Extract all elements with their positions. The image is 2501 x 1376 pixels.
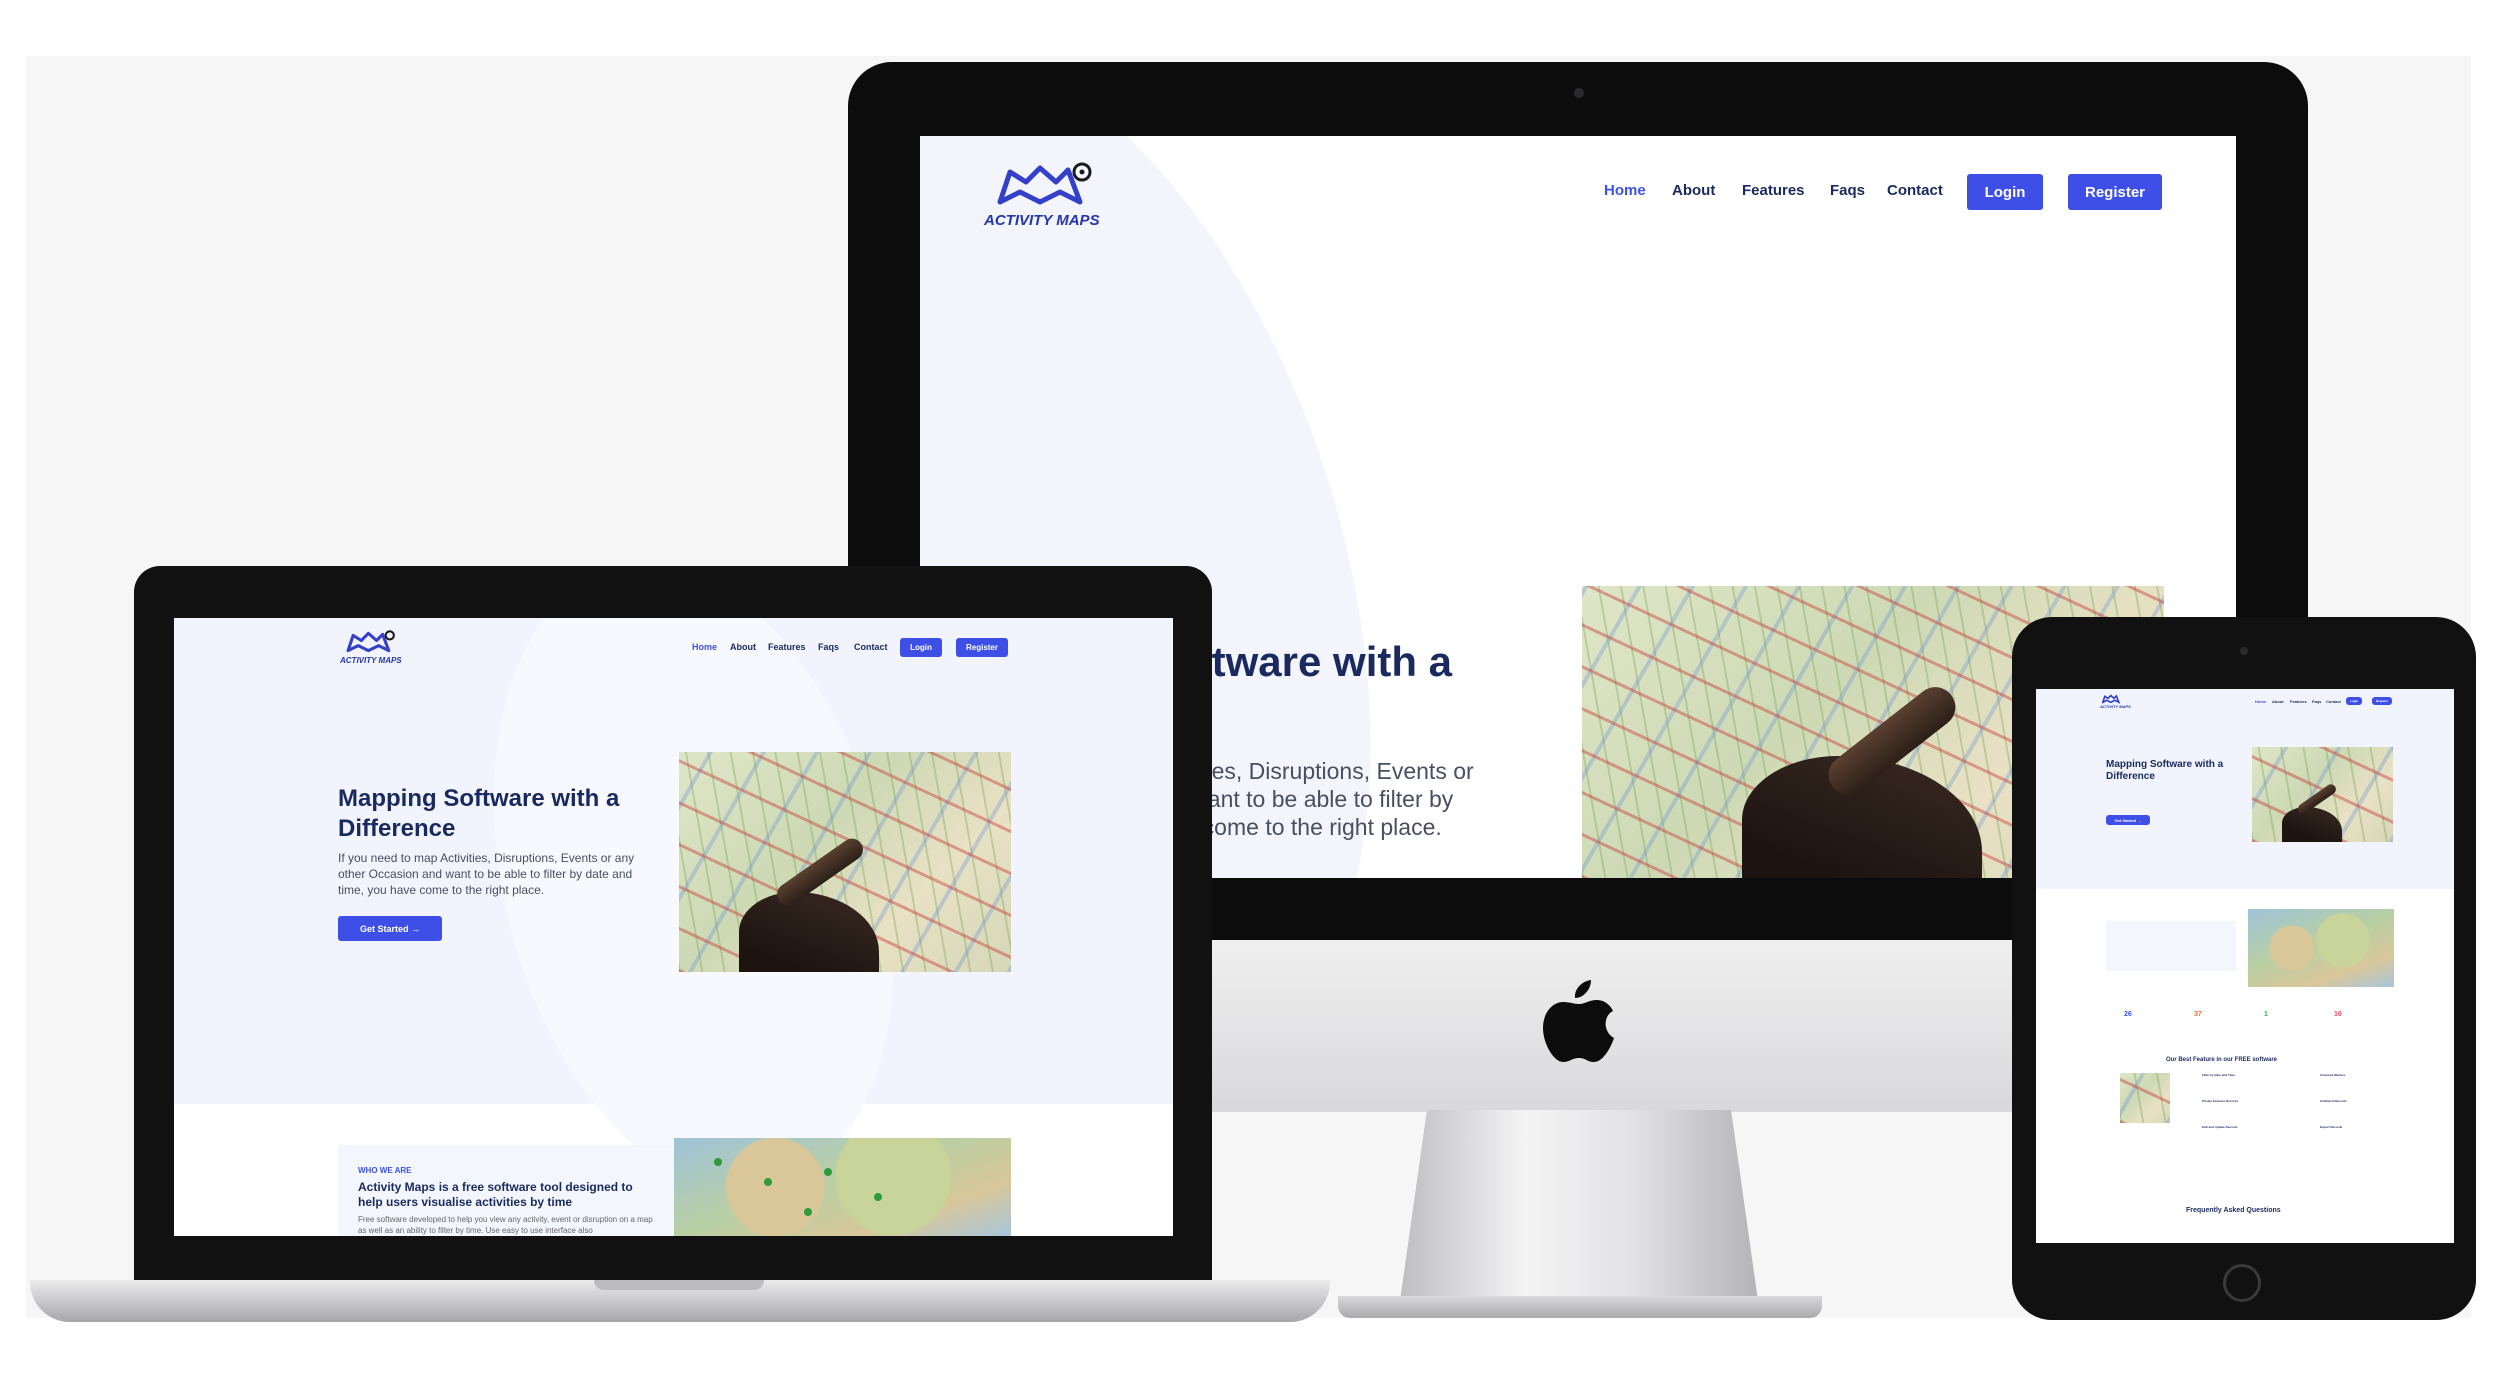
nav-faqs[interactable]: Faqs: [1830, 182, 1865, 199]
nav-about[interactable]: About: [2272, 699, 2284, 704]
hand-image: [739, 892, 879, 972]
login-button[interactable]: Login: [900, 638, 942, 657]
logo-map-icon: [997, 162, 1092, 205]
nav-home[interactable]: Home: [692, 642, 717, 652]
stat-3: 1: [2264, 1011, 2268, 1018]
feature-item-5: Edit and Update Records: [2202, 1125, 2238, 1129]
nav-contact[interactable]: Contact: [1887, 182, 1943, 199]
nav-home[interactable]: Home: [2255, 699, 2266, 704]
about-eyebrow: WHO WE ARE: [358, 1166, 412, 1175]
faq-title: Frequently Asked Questions: [2186, 1207, 2281, 1214]
about-title: Activity Maps is a free software tool de…: [358, 1180, 633, 1209]
logo-text[interactable]: ACTIVITY MAPS: [340, 656, 402, 665]
logo-map-icon: [2102, 694, 2121, 704]
apple-logo-icon: [1543, 980, 1614, 1062]
nav-contact[interactable]: Contact: [2326, 699, 2341, 704]
hero-title: oftware with a: [1172, 638, 1453, 685]
features-title: Our Best Feature in our FREE software: [2166, 1057, 2278, 1063]
feature-item-4: Unlimited Records: [2320, 1099, 2347, 1103]
hero-text-line-1: tivities, Disruptions, Events or: [1172, 758, 1474, 784]
nav-home[interactable]: Home: [1604, 182, 1646, 199]
feature-item-3: Private Features Records: [2202, 1099, 2239, 1103]
get-started-button[interactable]: Get Started →: [2106, 815, 2150, 825]
hero-title: Mapping Software with a Difference: [338, 785, 620, 842]
logo-map-icon: [346, 630, 395, 653]
tablet-camera: [2240, 647, 2248, 655]
nav-contact[interactable]: Contact: [854, 642, 888, 652]
imac-stand: [1398, 1110, 1760, 1315]
register-button[interactable]: Register: [956, 638, 1008, 657]
stat-2: 37: [2194, 1011, 2202, 1018]
register-button[interactable]: Register: [2372, 697, 2392, 705]
feature-item-2: Coloured Markers: [2320, 1073, 2346, 1077]
nav-about[interactable]: About: [730, 642, 756, 652]
imac-camera: [1574, 88, 1584, 98]
nav-faqs[interactable]: Faqs: [818, 642, 839, 652]
feature-item-6: Export Records: [2320, 1125, 2343, 1129]
register-button[interactable]: Register: [2068, 174, 2162, 210]
feature-item-1: Filter by Date and Time: [2202, 1073, 2235, 1077]
hero-text: If you need to map Activities, Disruptio…: [338, 851, 635, 897]
hero-map-image: [679, 752, 1011, 972]
laptop-notch: [594, 1280, 764, 1290]
nav-features[interactable]: Features: [2290, 699, 2307, 704]
about-text: Free software developed to help you view…: [358, 1215, 653, 1235]
imac-base: [1338, 1296, 1822, 1318]
hero-text-line-2: d want to be able to filter by: [1172, 786, 1454, 812]
hero-text-line-3: ve come to the right place.: [1172, 814, 1442, 840]
laptop-screen: ACTIVITY MAPS Home About Features Faqs C…: [174, 618, 1173, 1236]
stat-1: 26: [2124, 1011, 2132, 1018]
logo-text[interactable]: ACTIVITY MAPS: [984, 212, 1100, 229]
tablet-home-button: [2223, 1264, 2261, 1302]
hero-map-image: [2252, 747, 2393, 842]
nav-faqs[interactable]: Faqs: [2312, 699, 2321, 704]
stat-4: 16: [2334, 1011, 2342, 1018]
us-map-image: [2248, 909, 2394, 987]
nav-features[interactable]: Features: [1742, 182, 1805, 199]
nav-about[interactable]: About: [1672, 182, 1715, 199]
feature-image: [2120, 1073, 2170, 1123]
about-card: [2106, 921, 2236, 971]
login-button[interactable]: Login: [1967, 174, 2043, 210]
us-map-image: [674, 1138, 1011, 1236]
get-started-button[interactable]: Get Started →: [338, 916, 442, 941]
hero-title: Mapping Software with a Difference: [2106, 759, 2224, 782]
login-button[interactable]: Login: [2346, 697, 2362, 705]
nav-features[interactable]: Features: [768, 642, 806, 652]
logo-text[interactable]: ACTIVITY MAPS: [2100, 704, 2131, 709]
tablet-screen: ACTIVITY MAPS Home About Features Faqs C…: [2036, 689, 2454, 1243]
